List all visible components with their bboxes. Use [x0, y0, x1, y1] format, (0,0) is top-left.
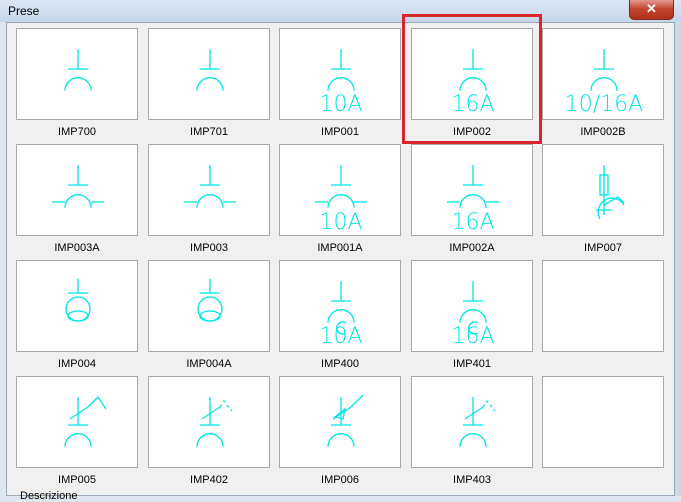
close-button[interactable]: ✕	[629, 0, 674, 20]
outlet-symbol-icon: 10A	[315, 165, 367, 235]
title-bar: Prese ✕	[0, 0, 681, 22]
rating-text: 16A	[451, 210, 494, 235]
symbol-label: IMP007	[584, 242, 622, 254]
symbol-thumbnail[interactable]: 16A	[411, 260, 533, 352]
rating-text: 10A	[319, 92, 362, 117]
outlet-symbol-icon	[64, 49, 92, 91]
symbol-thumbnail[interactable]	[542, 376, 664, 468]
symbol-label: IMP400	[321, 358, 359, 370]
symbol-thumbnail[interactable]: 16A	[411, 144, 533, 236]
symbol-label: IMP002B	[580, 126, 626, 138]
symbol-label: IMP003	[190, 242, 228, 254]
symbol-thumbnail[interactable]	[542, 144, 664, 236]
symbol-label: IMP401	[453, 358, 491, 370]
outlet-symbol-icon: 10A	[319, 49, 363, 117]
symbol-thumbnail[interactable]	[16, 144, 138, 236]
symbol-thumbnail[interactable]	[148, 260, 270, 352]
symbol-label: IMP002	[453, 126, 491, 138]
symbol-label: IMP700	[58, 126, 96, 138]
rating-text: 10A	[319, 210, 362, 235]
symbol-thumbnail[interactable]	[148, 376, 270, 468]
outlet-symbol-icon	[52, 165, 104, 208]
rating-text: 16A	[451, 324, 494, 349]
symbol-thumbnail[interactable]	[148, 28, 270, 120]
description-label: Descrizione	[20, 490, 78, 502]
symbol-thumbnail[interactable]	[16, 28, 138, 120]
outlet-symbol-icon	[64, 396, 107, 447]
symbol-label: IMP001A	[317, 242, 363, 254]
window-title: Prese	[8, 4, 40, 18]
outlet-symbol-icon: 16A	[451, 281, 495, 349]
rating-text: 10/16A	[565, 92, 643, 117]
symbol-label: IMP402	[190, 474, 228, 486]
outlet-symbol-icon: 16A	[447, 165, 499, 235]
symbol-thumbnail[interactable]	[542, 260, 664, 352]
outlet-symbol-icon	[184, 165, 236, 208]
symbol-thumbnail[interactable]	[148, 144, 270, 236]
symbol-label: IMP003A	[54, 242, 100, 254]
symbol-label: IMP701	[190, 126, 228, 138]
outlet-symbol-icon	[197, 279, 223, 322]
outlet-symbol-icon	[327, 394, 364, 447]
symbol-label: IMP403	[453, 474, 491, 486]
rating-text: 16A	[451, 92, 494, 117]
symbol-thumbnail[interactable]: 10A	[279, 144, 401, 236]
outlet-symbol-icon	[196, 49, 224, 91]
symbol-label: IMP001	[321, 126, 359, 138]
outlet-symbol-icon	[65, 279, 91, 322]
symbol-thumbnail[interactable]	[16, 376, 138, 468]
symbol-thumbnail[interactable]: 10A	[279, 260, 401, 352]
outlet-symbol-icon: 10A	[319, 281, 363, 349]
symbol-thumbnail[interactable]	[411, 376, 533, 468]
outlet-symbol-icon: 10/16A	[565, 49, 643, 117]
outlet-symbol-icon	[459, 397, 496, 447]
symbol-label: IMP004A	[186, 358, 232, 370]
rating-text: 10A	[319, 324, 362, 349]
symbol-label: IMP006	[321, 474, 359, 486]
close-icon: ✕	[646, 1, 657, 16]
symbol-label: IMP002A	[449, 242, 495, 254]
outlet-symbol-icon: 16A	[451, 49, 495, 117]
symbol-thumbnail[interactable]: 10A	[279, 28, 401, 120]
symbol-thumbnail[interactable]	[279, 376, 401, 468]
symbol-thumbnail[interactable]	[16, 260, 138, 352]
symbol-thumbnail[interactable]: 10/16A	[542, 28, 664, 120]
scrollbar[interactable]	[675, 22, 681, 496]
symbol-thumbnail[interactable]: 16A	[411, 28, 533, 120]
symbol-label: IMP004	[58, 358, 96, 370]
outlet-symbol-icon	[596, 165, 625, 220]
outlet-symbol-icon	[196, 397, 233, 447]
symbol-label: IMP005	[58, 474, 96, 486]
